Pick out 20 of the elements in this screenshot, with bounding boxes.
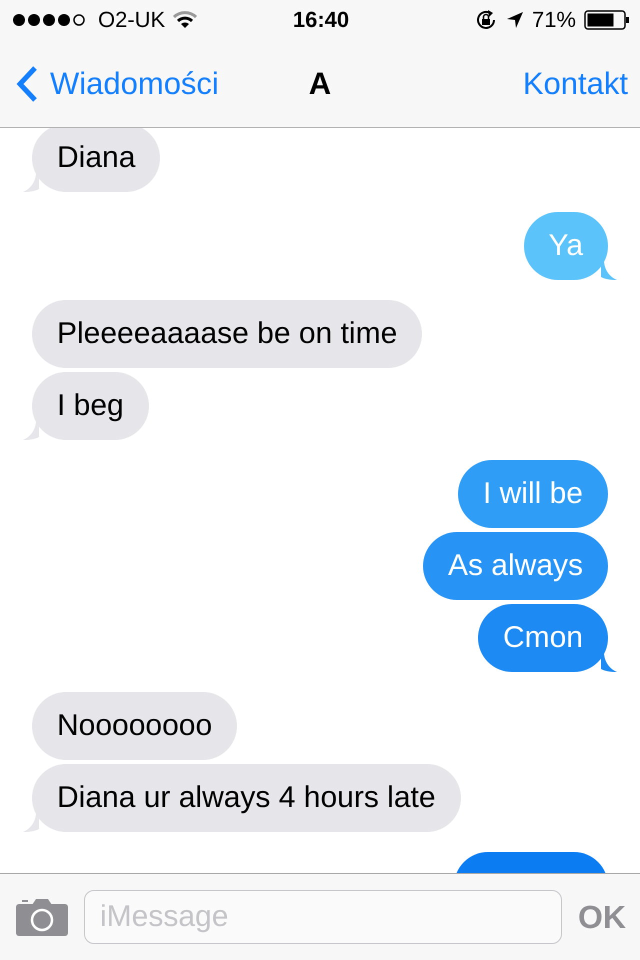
sent-message-bubble: Cmon	[478, 604, 608, 672]
back-chevron-icon[interactable]	[16, 65, 38, 103]
location-arrow-icon	[506, 11, 524, 29]
back-button[interactable]: Wiadomości	[16, 65, 219, 103]
contact-button[interactable]: Kontakt	[522, 66, 628, 102]
wifi-icon	[173, 11, 198, 29]
send-button[interactable]: OK	[578, 898, 626, 936]
carrier-name: O2-UK	[98, 7, 166, 33]
clock-time: 16:40	[292, 7, 350, 33]
sent-message-bubble: I will be	[458, 460, 608, 528]
received-message-bubble: Pleeeeaaaase be on time	[32, 300, 422, 368]
received-message-bubble: Noooooooo	[32, 692, 238, 760]
battery-percentage: 71%	[532, 7, 576, 33]
sent-message-bubble: As always	[422, 532, 608, 600]
battery-icon	[584, 10, 630, 30]
received-message-bubble: I beg	[32, 372, 149, 440]
camera-icon[interactable]	[16, 898, 68, 936]
conversation-title: A	[308, 66, 332, 102]
sent-message-bubble: Ya	[524, 212, 608, 280]
received-message-bubble: Diana ur always 4 hours late	[32, 764, 461, 832]
